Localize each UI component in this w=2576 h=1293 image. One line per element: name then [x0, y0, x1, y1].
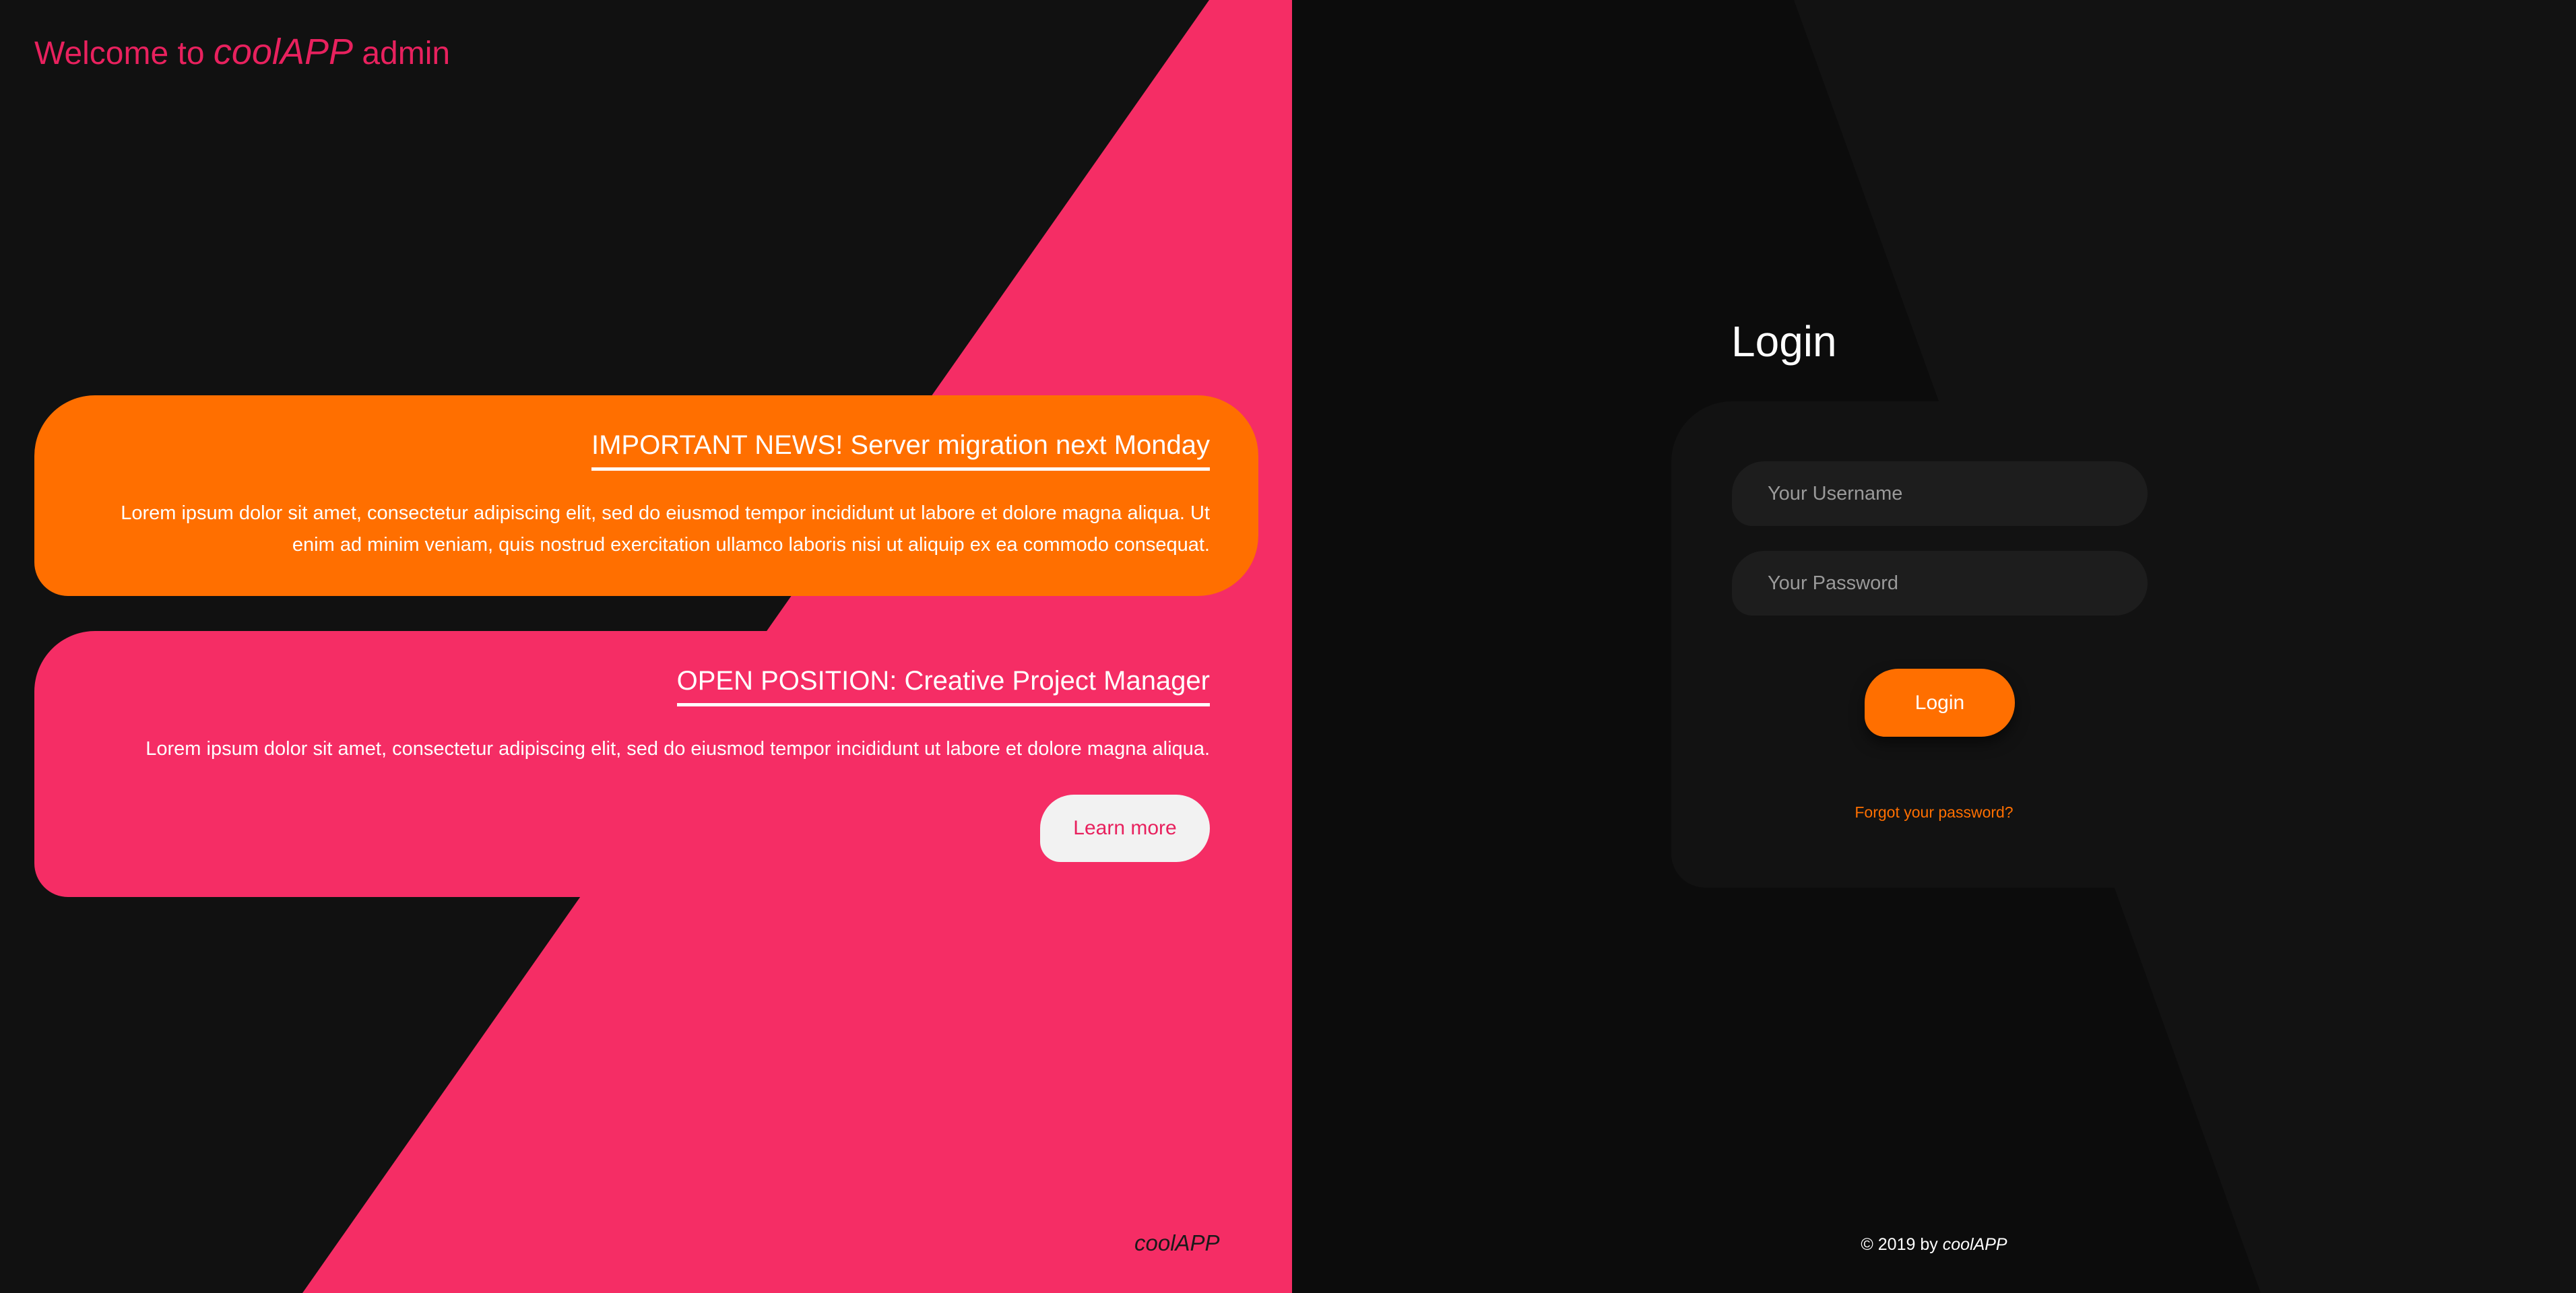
forgot-password-link[interactable]: Forgot your password? — [1292, 803, 2576, 822]
login-button[interactable]: Login — [1865, 669, 2015, 737]
news-title: IMPORTANT NEWS! Server migration next Mo… — [591, 430, 1210, 471]
copyright-brand: coolAPP — [1942, 1235, 2007, 1254]
welcome-heading: Welcome to coolAPP admin — [34, 31, 450, 73]
job-card: OPEN POSITION: Creative Project Manager … — [34, 631, 1258, 897]
job-body: Lorem ipsum dolor sit amet, consectetur … — [146, 738, 1210, 760]
copyright-prefix: © 2019 by — [1861, 1235, 1938, 1254]
password-input[interactable] — [1732, 551, 2148, 616]
news-body: Lorem ipsum dolor sit amet, consectetur … — [121, 502, 1210, 556]
copyright: © 2019 by coolAPP — [1292, 1235, 2576, 1255]
left-panel: Welcome to coolAPP admin IMPORTANT NEWS!… — [0, 0, 1292, 1293]
welcome-prefix: Welcome to — [34, 36, 205, 71]
job-title: OPEN POSITION: Creative Project Manager — [676, 666, 1210, 706]
learn-more-button[interactable]: Learn more — [1040, 795, 1210, 862]
login-panel: Login Login Forgot your password? © 2019… — [1292, 0, 2576, 1293]
brand-name: coolAPP — [213, 32, 354, 72]
username-input[interactable] — [1732, 461, 2148, 526]
login-heading: Login — [1731, 317, 1837, 366]
news-card: IMPORTANT NEWS! Server migration next Mo… — [34, 395, 1258, 596]
welcome-suffix: admin — [362, 36, 451, 71]
footer-brand: coolAPP — [1134, 1230, 1220, 1255]
